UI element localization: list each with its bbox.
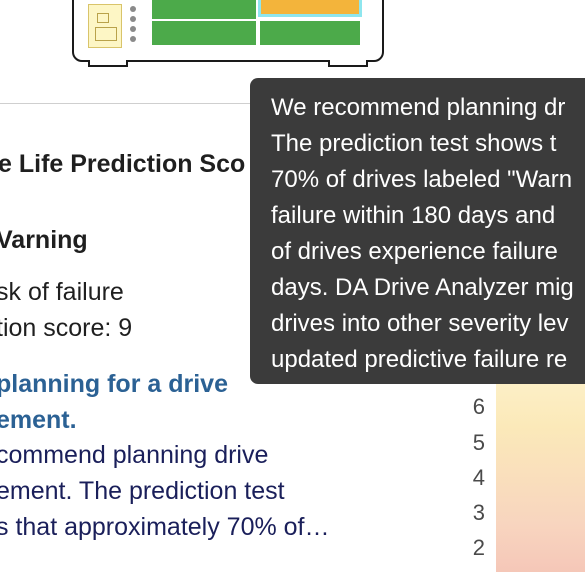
- device-icon: [97, 13, 109, 23]
- tooltip-line: updated predictive failure re: [271, 346, 568, 373]
- section-title: e Life Prediction Sco: [0, 150, 246, 178]
- recommendation-title-line: planning for a drive: [0, 370, 228, 398]
- device-front-panel: [88, 4, 122, 48]
- tooltip-line: The prediction test shows t: [271, 130, 557, 157]
- device-leds: [128, 2, 138, 48]
- recommendation-tooltip: We recommend planning dr The prediction …: [250, 78, 585, 384]
- y-tick-label: 4: [472, 465, 485, 490]
- prediction-score: tion score: 9: [0, 314, 133, 342]
- device-label: [95, 27, 117, 41]
- recommendation-text[interactable]: commend planning drive ement. The predic…: [0, 437, 376, 545]
- drive-slot-healthy[interactable]: [152, 21, 256, 45]
- y-tick-label: 2: [472, 535, 485, 560]
- tooltip-line: drives into other severity lev: [271, 310, 569, 337]
- tooltip-line: days. DA Drive Analyzer mig: [271, 274, 574, 301]
- tooltip-line: of drives experience failure: [271, 238, 558, 265]
- device-foot: [88, 60, 128, 67]
- y-tick-label: 5: [472, 430, 485, 455]
- drive-slot-warning-selected[interactable]: [258, 0, 362, 17]
- recommendation-title-line: ement.: [0, 406, 77, 434]
- tooltip-line: We recommend planning dr: [271, 94, 566, 121]
- drive-slot-healthy[interactable]: [260, 21, 360, 45]
- recommendation-line: ement. The prediction test: [0, 477, 285, 505]
- recommendation-link[interactable]: planning for a drive ement.: [0, 366, 228, 438]
- nas-device-illustration: [72, 0, 384, 67]
- tooltip-line: 70% of drives labeled "Warn: [271, 166, 573, 193]
- severity-label: Varning: [0, 226, 88, 254]
- tooltip-line: failure within 180 days and: [271, 202, 556, 229]
- recommendation-line: s that approximately 70% of…: [0, 513, 330, 541]
- y-tick-label: 3: [472, 500, 485, 525]
- y-tick-label: 6: [472, 394, 485, 419]
- drive-slot-healthy[interactable]: [152, 0, 256, 19]
- risk-description: sk of failure: [0, 278, 124, 306]
- recommendation-line: commend planning drive: [0, 441, 269, 469]
- device-foot: [328, 60, 368, 67]
